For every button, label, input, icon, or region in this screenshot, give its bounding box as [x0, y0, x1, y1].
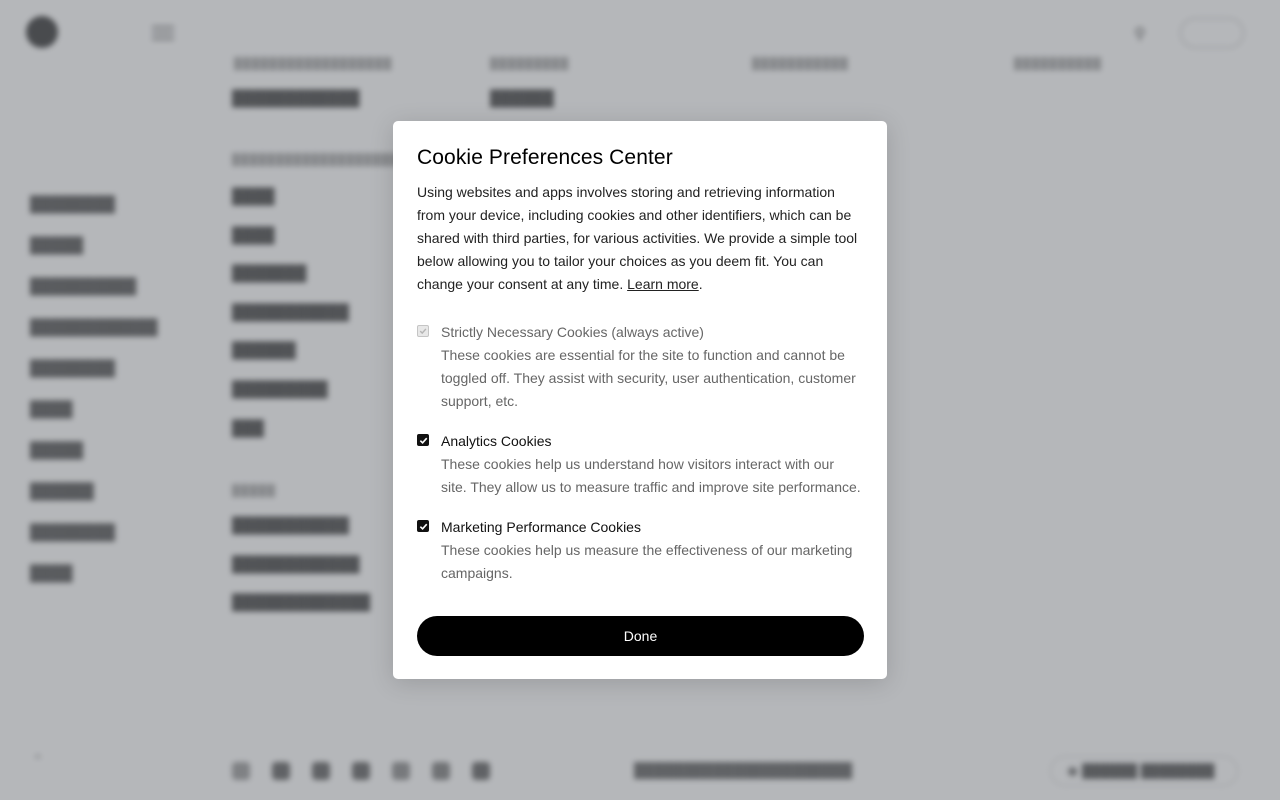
- intro-period: .: [698, 276, 703, 292]
- dialog-intro: Using websites and apps involves storing…: [417, 181, 863, 296]
- option-label: Analytics Cookies: [441, 433, 552, 449]
- option-label: Strictly Necessary Cookies (always activ…: [441, 324, 704, 340]
- option-analytics: Analytics Cookies These cookies help us …: [417, 430, 863, 499]
- option-label: Marketing Performance Cookies: [441, 519, 641, 535]
- dialog-title: Cookie Preferences Center: [417, 146, 673, 169]
- learn-more-link[interactable]: Learn more: [627, 276, 699, 292]
- cookie-preferences-dialog: Cookie Preferences Center Using websites…: [393, 121, 887, 679]
- option-description: These cookies help us measure the effect…: [441, 542, 853, 581]
- check-icon: [419, 328, 427, 335]
- option-strictly-necessary: Strictly Necessary Cookies (always activ…: [417, 321, 863, 413]
- cookie-options: Strictly Necessary Cookies (always activ…: [417, 321, 863, 585]
- strictly-necessary-checkbox: [417, 325, 429, 337]
- option-marketing: Marketing Performance Cookies These cook…: [417, 516, 863, 585]
- check-icon: [419, 437, 427, 444]
- analytics-checkbox[interactable]: [417, 434, 429, 446]
- marketing-checkbox[interactable]: [417, 520, 429, 532]
- option-description: These cookies are essential for the site…: [441, 347, 856, 409]
- option-description: These cookies help us understand how vis…: [441, 456, 861, 495]
- check-icon: [419, 523, 427, 530]
- done-button[interactable]: Done: [417, 616, 864, 656]
